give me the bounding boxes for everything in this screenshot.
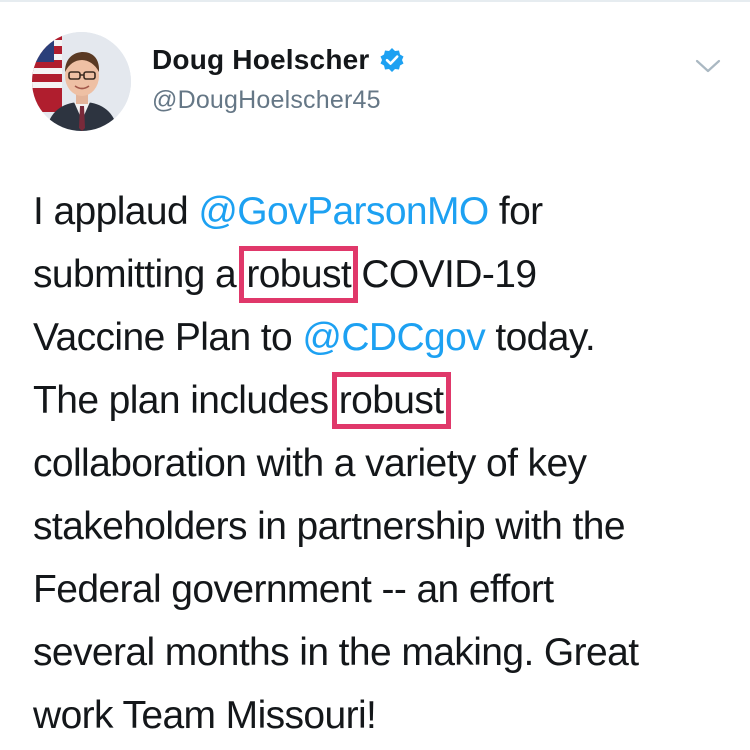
avatar[interactable]: [32, 32, 131, 131]
author-handle[interactable]: @DougHoelscher45: [152, 86, 381, 115]
tweet-text-segment: COVID-19: [351, 253, 537, 296]
verified-badge-icon: [379, 47, 405, 73]
tweet-line: Federal government -- an effort: [33, 558, 733, 621]
mention-link[interactable]: @GovParsonMO: [198, 190, 489, 233]
tweet-text-segment: for: [488, 190, 543, 233]
author-display-name[interactable]: Doug Hoelscher: [152, 44, 370, 76]
tweet-text-segment: several months in the making. Great: [33, 631, 639, 674]
profile-photo: [32, 32, 131, 131]
top-divider: [0, 0, 750, 2]
highlighted-word: robust: [331, 372, 451, 429]
mention-link[interactable]: @CDCgov: [302, 316, 485, 359]
tweet-text-segment: I applaud: [33, 190, 199, 233]
tweet-text-segment: collaboration with a variety of key: [33, 442, 587, 485]
tweet-line: stakeholders in partnership with the: [33, 495, 733, 558]
tweet-line: Vaccine Plan to @CDCgov today.: [33, 306, 733, 369]
tweet-text: I applaud @GovParsonMO for submitting a r…: [33, 180, 733, 747]
tweet-line: work Team Missouri!: [33, 684, 733, 747]
author-name-row: Doug Hoelscher: [152, 44, 405, 76]
tweet-text-segment: submitting a: [33, 253, 247, 296]
tweet-text-segment: today.: [485, 316, 596, 359]
tweet-line: collaboration with a variety of key: [33, 432, 733, 495]
tweet-line: several months in the making. Great: [33, 621, 733, 684]
tweet-text-segment: Vaccine Plan to: [33, 316, 303, 359]
tweet-text-segment: Federal government -- an effort: [33, 568, 554, 611]
tweet-line: I applaud @GovParsonMO for: [33, 180, 733, 243]
tweet-text-segment: stakeholders in partnership with the: [33, 505, 626, 548]
tweet-text-segment: The plan includes: [33, 379, 339, 422]
tweet-line: submitting a robust COVID-19: [33, 243, 733, 306]
tweet-text-segment: work Team Missouri!: [33, 694, 377, 737]
highlighted-word: robust: [239, 246, 359, 303]
tweet-line: The plan includes robust: [33, 369, 733, 432]
chevron-down-icon[interactable]: [694, 52, 722, 80]
